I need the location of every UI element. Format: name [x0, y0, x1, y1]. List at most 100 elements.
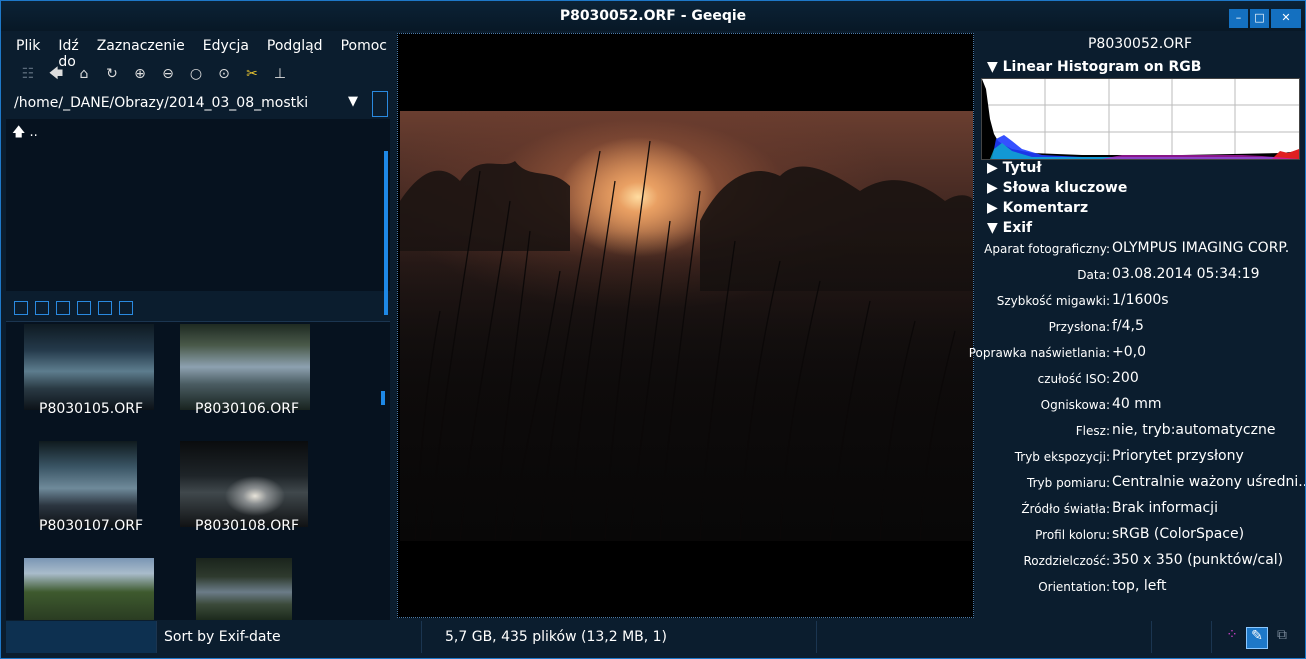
directory-list[interactable]: 🡅 ..	[6, 119, 390, 315]
square-icon[interactable]	[77, 301, 91, 315]
thumbnail-item[interactable]: P8030105.ORF	[24, 324, 154, 417]
thumbnail-item[interactable]: P8030106.ORF	[180, 324, 310, 417]
menu-go[interactable]: Idź do	[48, 35, 86, 70]
exif-key: Rozdzielczość:	[1023, 554, 1110, 568]
empty-segment	[816, 621, 1152, 653]
exif-row: czułość ISO: 200	[979, 370, 1301, 390]
empty-segment-2	[1151, 621, 1212, 653]
window-controls: – □ ✕	[1229, 9, 1301, 28]
sort-segment[interactable]: Sort by Exif-date	[156, 621, 422, 653]
refresh-icon[interactable]: ↻	[98, 64, 126, 84]
image-viewer[interactable]	[397, 33, 974, 618]
title-bar: P8030052.ORF - Geeqie – □ ✕	[1, 1, 1305, 31]
exif-key: Szybkość migawki:	[996, 294, 1110, 308]
chevron-down-icon[interactable]: ▼	[348, 94, 358, 109]
thumbnail-item[interactable]	[196, 558, 292, 620]
exif-value: 350 x 350 (punktów/cal)	[1112, 552, 1284, 568]
thumbnail-label: P8030106.ORF	[195, 401, 300, 417]
thumbnail-item[interactable]: P8030107.ORF	[39, 441, 143, 534]
exif-row: Flesz: nie, tryb:automatyczne	[979, 422, 1301, 442]
float-icon[interactable]: ⊥	[266, 64, 294, 84]
exif-row: Aparat fotograficzny: OLYMPUS IMAGING CO…	[979, 240, 1301, 260]
zoom-in-icon[interactable]: ⊕	[126, 64, 154, 84]
exif-value: f/4,5	[1112, 318, 1144, 334]
menu-view[interactable]: Podgląd	[257, 35, 331, 57]
color-management-icon[interactable]: ⁘	[1222, 627, 1242, 647]
thumbnail-label: P8030108.ORF	[195, 518, 300, 534]
square-icon[interactable]	[98, 301, 112, 315]
path-box-button[interactable]	[372, 91, 388, 117]
menu-select[interactable]: Zaznaczenie	[87, 35, 193, 57]
exif-rotate-icon[interactable]: ✎	[1246, 627, 1268, 649]
grass-silhouette-graphic	[400, 140, 973, 541]
home-icon[interactable]: ⌂	[70, 64, 98, 84]
square-icon[interactable]	[119, 301, 133, 315]
menu-edit[interactable]: Edycja	[193, 35, 257, 57]
thumbnail-label: P8030105.ORF	[39, 401, 144, 417]
square-icon[interactable]	[35, 301, 49, 315]
exif-key: Przysłona:	[1048, 320, 1110, 334]
view-mode-squares	[14, 301, 133, 315]
thumbnails-icon[interactable]: ☷	[14, 64, 42, 84]
exif-value: 40 mm	[1112, 396, 1162, 412]
back-icon[interactable]: 🡄	[42, 64, 70, 84]
up-arrow-icon: 🡅	[12, 125, 26, 140]
thumbnail-image	[180, 324, 310, 410]
histogram-graphic	[982, 79, 1299, 159]
exif-key: Profil koloru:	[1035, 528, 1110, 542]
write-metadata-icon[interactable]: ⧉	[1272, 627, 1292, 647]
exif-value: 03.08.2014 05:34:19	[1112, 266, 1260, 282]
exif-value: top, left	[1112, 578, 1167, 594]
thumbnail-label: P8030107.ORF	[39, 518, 144, 534]
exif-value: Brak informacji	[1112, 500, 1218, 516]
info-segment: 5,7 GB, 435 plików (13,2 MB, 1)	[421, 621, 817, 653]
list-item[interactable]: 🡅 ..	[12, 123, 38, 145]
menu-file[interactable]: Plik	[6, 35, 48, 57]
list-item-label: ..	[29, 125, 38, 140]
exif-key: Poprawka naświetlania:	[968, 346, 1110, 360]
toolbar: ☷ 🡄 ⌂ ↻ ⊕ ⊖ ○ ⊙ ✂ ⊥	[14, 64, 294, 84]
scrollbar[interactable]	[381, 391, 385, 405]
path-combobox[interactable]: /home/_DANE/Obrazy/2014_03_08_mostki ▼	[10, 91, 390, 117]
thumbnail-grid[interactable]: P8030105.ORF P8030106.ORF P8030107.ORF P…	[6, 321, 390, 620]
zoom-1-1-icon[interactable]: ○	[182, 64, 210, 84]
minimize-button[interactable]: –	[1229, 9, 1248, 28]
exif-row: Rozdzielczość: 350 x 350 (punktów/cal)	[979, 552, 1301, 572]
scrollbar[interactable]	[384, 151, 388, 315]
zoom-fit-icon[interactable]: ⊙	[210, 64, 238, 84]
exif-value: Priorytet przysłony	[1112, 448, 1244, 464]
settings-icon[interactable]: ✂	[238, 64, 266, 84]
exif-key: Orientation:	[1038, 580, 1110, 594]
menu-help[interactable]: Pomoc	[331, 35, 395, 57]
exif-value: Centralnie ważony uśredni...	[1112, 474, 1306, 490]
sort-label[interactable]: Sort by Exif-date	[164, 629, 281, 645]
section-keywords-header[interactable]: ▶ Słowa kluczowe	[987, 180, 1127, 196]
maximize-button[interactable]: □	[1250, 9, 1269, 28]
exif-row: Tryb pomiaru: Centralnie ważony uśredni.…	[979, 474, 1305, 494]
exif-key: Aparat fotograficzny:	[984, 242, 1110, 256]
zoom-out-icon[interactable]: ⊖	[154, 64, 182, 84]
section-title-header[interactable]: ▶ Tytuł	[987, 160, 1042, 176]
section-exif-header[interactable]: ▼ Exif	[987, 220, 1032, 236]
exif-key: Ogniskowa:	[1040, 398, 1110, 412]
exif-row: Ogniskowa: 40 mm	[979, 396, 1301, 416]
left-panel: Plik Idź do Zaznaczenie Edycja Podgląd P…	[6, 31, 391, 620]
square-icon[interactable]	[14, 301, 28, 315]
info-panel: P8030052.ORF ▼ Linear Histogram on RGB ▶…	[969, 31, 1305, 619]
histogram-header[interactable]: ▼ Linear Histogram on RGB	[987, 59, 1201, 75]
section-comment-header[interactable]: ▶ Komentarz	[987, 200, 1088, 216]
close-button[interactable]: ✕	[1271, 9, 1301, 28]
path-input[interactable]: /home/_DANE/Obrazy/2014_03_08_mostki	[14, 95, 308, 111]
thumbnail-image	[196, 558, 292, 620]
thumbnail-item[interactable]	[24, 558, 154, 620]
square-icon[interactable]	[56, 301, 70, 315]
exif-key: czułość ISO:	[1037, 372, 1110, 386]
exif-key: Tryb ekspozycji:	[1014, 450, 1110, 464]
exif-key: Tryb pomiaru:	[1027, 476, 1110, 490]
info-filename: P8030052.ORF	[1087, 36, 1193, 52]
thumbnail-item[interactable]: P8030108.ORF	[180, 441, 310, 534]
exif-value: 1/1600s	[1112, 292, 1169, 308]
thumbnail-image	[24, 324, 154, 410]
exif-row: Przysłona: f/4,5	[979, 318, 1301, 338]
file-count-status: 5,7 GB, 435 plików (13,2 MB, 1)	[445, 629, 668, 645]
